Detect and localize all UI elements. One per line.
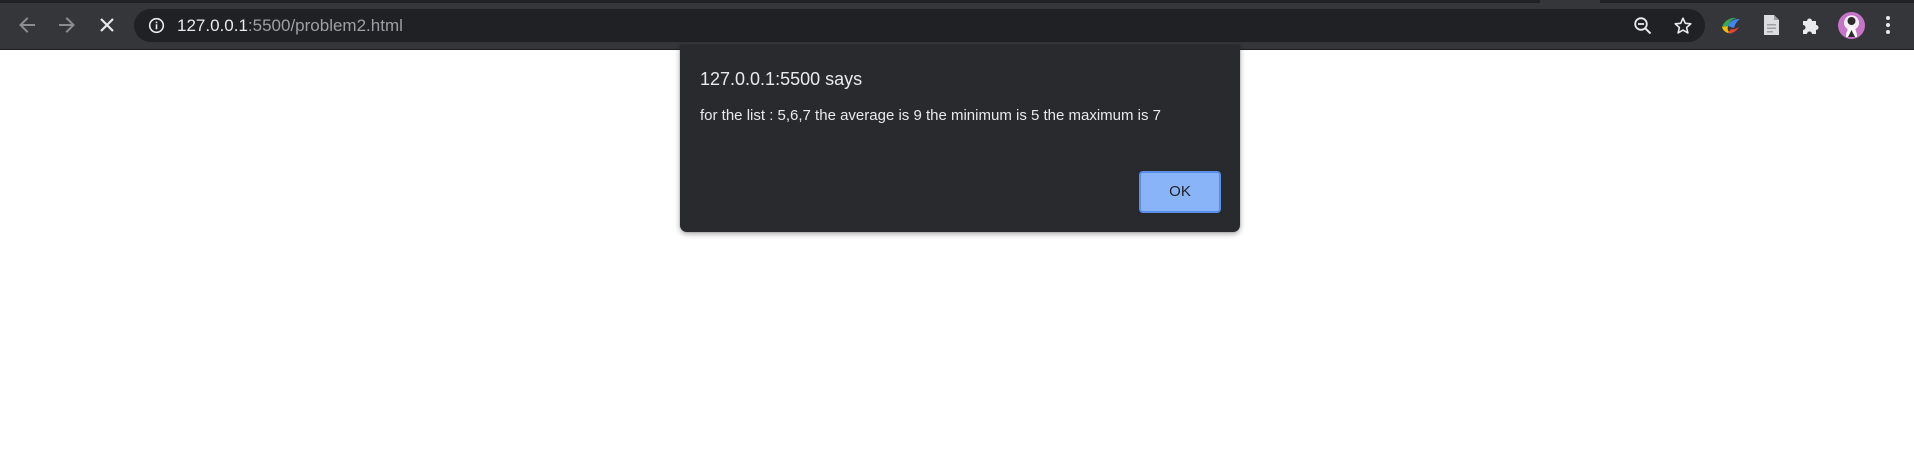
url-host: 127.0.0.1 bbox=[177, 16, 248, 35]
zoom-out-icon[interactable] bbox=[1633, 16, 1653, 36]
profile-avatar[interactable] bbox=[1838, 12, 1865, 39]
ok-button[interactable]: OK bbox=[1139, 171, 1221, 213]
browser-toolbar: 127.0.0.1:5500/problem2.html bbox=[0, 0, 1914, 50]
address-bar[interactable]: 127.0.0.1:5500/problem2.html bbox=[134, 9, 1705, 42]
star-icon[interactable] bbox=[1673, 16, 1693, 36]
url-text[interactable]: 127.0.0.1:5500/problem2.html bbox=[177, 16, 403, 36]
alert-dialog: 127.0.0.1:5500 says for the list : 5,6,7… bbox=[680, 45, 1240, 232]
document-icon[interactable] bbox=[1759, 13, 1783, 37]
tab-strip-edge bbox=[0, 0, 1540, 3]
dialog-title: 127.0.0.1:5500 says bbox=[700, 69, 863, 89]
avatar-icon bbox=[1846, 17, 1857, 37]
forward-button[interactable] bbox=[50, 8, 84, 42]
url-path: :5500/problem2.html bbox=[247, 16, 403, 35]
tab-strip-edge-right bbox=[1600, 0, 1914, 3]
dialog-message: for the list : 5,6,7 the average is 9 th… bbox=[700, 107, 1162, 124]
extension-app-icon[interactable] bbox=[1719, 13, 1743, 37]
more-vert-icon[interactable] bbox=[1885, 14, 1891, 36]
close-icon bbox=[100, 18, 114, 32]
arrow-right-icon bbox=[59, 17, 75, 33]
arrow-left-icon bbox=[19, 17, 35, 33]
info-icon[interactable] bbox=[148, 17, 165, 34]
back-button[interactable] bbox=[10, 8, 44, 42]
puzzle-icon[interactable] bbox=[1799, 13, 1823, 37]
stop-loading-button[interactable] bbox=[90, 8, 124, 42]
